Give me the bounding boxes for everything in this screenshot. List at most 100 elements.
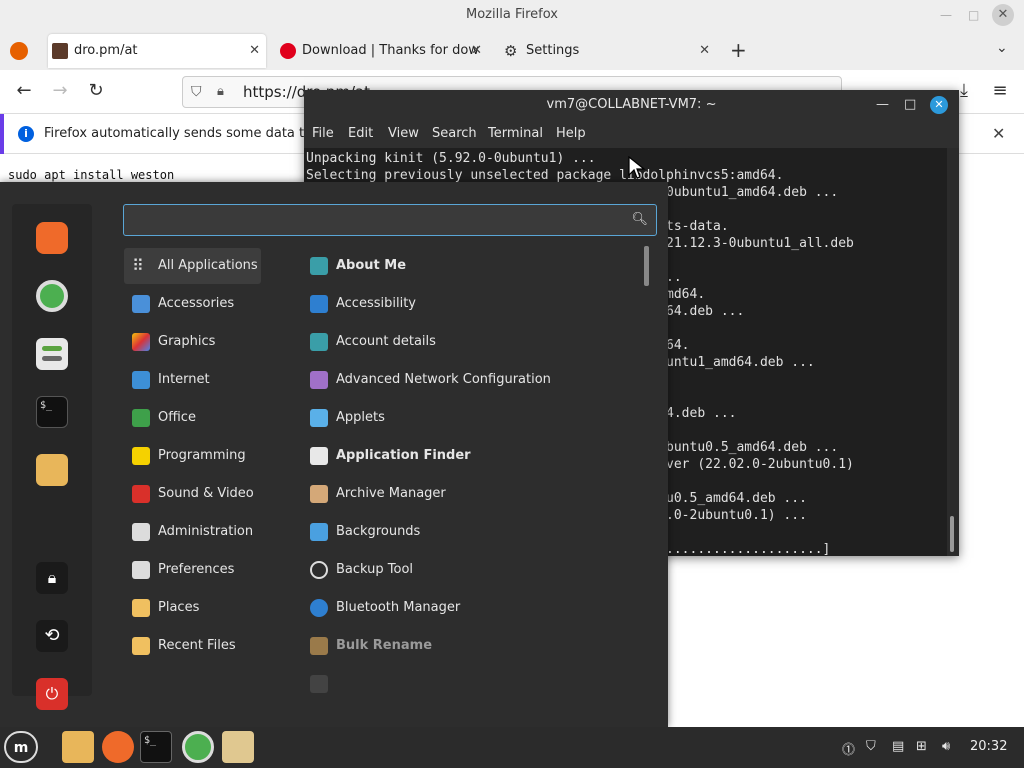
logout-icon[interactable]: ⟲ — [36, 620, 68, 652]
app-about-me[interactable]: About Me — [302, 248, 642, 284]
firefox-close-button[interactable]: ✕ — [992, 4, 1014, 26]
mint-menu-icon[interactable]: m — [4, 731, 38, 763]
app-backup-tool[interactable]: Backup Tool — [302, 552, 642, 588]
info-icon: i — [18, 126, 34, 142]
category-places[interactable]: Places — [124, 590, 261, 626]
software-manager-favorite-icon[interactable] — [36, 280, 68, 312]
preferences-icon — [132, 561, 150, 579]
category-graphics[interactable]: Graphics — [124, 324, 261, 360]
forward-icon[interactable]: → — [48, 80, 72, 101]
tab-strip: dro.pm/at ✕ Download | Thanks for dow ✕ … — [0, 30, 1024, 70]
app-backgrounds[interactable]: Backgrounds — [302, 514, 642, 550]
terminal-menu-view[interactable]: View — [388, 120, 419, 148]
maximize-button[interactable]: □ — [968, 0, 979, 30]
hamburger-menu-icon[interactable]: ≡ — [988, 80, 1012, 101]
shield-icon[interactable]: ⛉ — [866, 739, 876, 754]
back-icon[interactable]: ← — [12, 80, 36, 101]
category-label: Administration — [158, 524, 254, 539]
terminal-maximize-button[interactable]: □ — [904, 90, 916, 120]
list-tabs-icon[interactable]: ⌄ — [996, 40, 1008, 56]
app-applets[interactable]: Applets — [302, 400, 642, 436]
firefox-view-icon[interactable] — [10, 42, 28, 60]
firefox-launcher-icon[interactable] — [102, 731, 134, 763]
menu-search-input[interactable]: 🔍︎ — [123, 204, 657, 236]
graphics-icon — [132, 333, 150, 351]
terminal-line: Unpacking kinit (5.92.0-0ubuntu1) ... — [306, 151, 596, 166]
software-manager-launcher-icon[interactable] — [182, 731, 214, 763]
favorites-sidebar: $_ 🔒︎ ⟲ ⏻ — [12, 204, 92, 710]
app-label: Bluetooth Manager — [336, 600, 461, 615]
close-tab-icon[interactable]: ✕ — [249, 34, 260, 68]
notes-icon[interactable]: ▤ — [892, 739, 904, 754]
category-preferences[interactable]: Preferences — [124, 552, 261, 588]
magnifier-icon — [310, 447, 328, 465]
category-recent-files[interactable]: Recent Files — [124, 628, 261, 664]
app-label: Advanced Network Configuration — [336, 372, 551, 387]
tab-label: Download | Thanks for dow — [302, 43, 479, 58]
app-advanced-network-configuration[interactable]: Advanced Network Configuration — [302, 362, 642, 398]
category-accessories[interactable]: Accessories — [124, 286, 261, 322]
menu-scrollbar[interactable] — [644, 246, 649, 286]
folder-launcher-icon[interactable] — [222, 731, 254, 763]
shield-icon: ⛉ — [191, 84, 202, 100]
terminal-menu-file[interactable]: File — [312, 120, 334, 148]
close-tab-icon[interactable]: ✕ — [699, 34, 710, 68]
terminal-minimize-button[interactable]: — — [876, 90, 889, 120]
app-partial-next — [302, 666, 642, 702]
app-archive-manager[interactable]: Archive Manager — [302, 476, 642, 512]
category-all-applications[interactable]: ⠿ All Applications — [124, 248, 261, 284]
terminal-menu-help[interactable]: Help — [556, 120, 586, 148]
app-label: Bulk Rename — [336, 638, 433, 653]
update-manager-icon[interactable]: ⓵ — [842, 739, 855, 758]
files-favorite-icon[interactable] — [36, 454, 68, 486]
volume-icon[interactable]: 🔊︎ — [942, 739, 950, 754]
terminal-scrollbar[interactable] — [950, 516, 954, 552]
category-office[interactable]: Office — [124, 400, 261, 436]
category-internet[interactable]: Internet — [124, 362, 261, 398]
app-label: Account details — [336, 334, 436, 349]
terminal-menu-search[interactable]: Search — [432, 120, 477, 148]
category-label: Sound & Video — [158, 486, 254, 501]
grid-icon: ⠿ — [132, 256, 144, 275]
category-programming[interactable]: Programming — [124, 438, 261, 474]
app-icon — [310, 675, 328, 693]
folder-icon — [310, 637, 328, 655]
app-application-finder[interactable]: Application Finder — [302, 438, 642, 474]
terminal-menu-terminal[interactable]: Terminal — [488, 120, 543, 148]
app-accessibility[interactable]: Accessibility — [302, 286, 642, 322]
terminal-launcher-icon[interactable]: $_ — [140, 731, 172, 763]
app-label: Backup Tool — [336, 562, 414, 577]
category-sound-video[interactable]: Sound & Video — [124, 476, 261, 512]
clock[interactable]: 20:32 — [970, 739, 1007, 754]
office-icon — [132, 409, 150, 427]
firefox-favorite-icon[interactable] — [36, 222, 68, 254]
reload-icon[interactable]: ↻ — [84, 80, 108, 101]
minimize-button[interactable]: — — [940, 0, 952, 30]
network-icon[interactable]: ⊞ — [916, 739, 927, 754]
close-notification-icon[interactable]: ✕ — [992, 114, 1005, 154]
category-label: Office — [158, 410, 196, 425]
new-tab-button[interactable]: + — [730, 38, 747, 62]
category-label: Internet — [158, 372, 210, 387]
shutdown-icon[interactable]: ⏻ — [36, 678, 68, 710]
app-label: Application Finder — [336, 448, 471, 463]
settings-favorite-icon[interactable] — [36, 338, 68, 370]
tab-settings[interactable]: ⚙ Settings ✕ — [500, 34, 716, 68]
archive-icon — [310, 485, 328, 503]
app-bluetooth-manager[interactable]: Bluetooth Manager — [302, 590, 642, 626]
category-administration[interactable]: Administration — [124, 514, 261, 550]
terminal-menu-edit[interactable]: Edit — [348, 120, 373, 148]
terminal-favorite-icon[interactable]: $_ — [36, 396, 68, 428]
cloud-icon — [132, 371, 150, 389]
tab-dro-pm[interactable]: dro.pm/at ✕ — [48, 34, 266, 68]
terminal-close-button[interactable]: ✕ — [930, 96, 948, 114]
app-account-details[interactable]: Account details — [302, 324, 642, 360]
app-bulk-rename[interactable]: Bulk Rename — [302, 628, 642, 664]
close-tab-icon[interactable]: ✕ — [471, 34, 482, 68]
tab-download[interactable]: Download | Thanks for dow ✕ — [276, 34, 488, 68]
network-icon — [310, 371, 328, 389]
applets-icon — [310, 409, 328, 427]
programming-icon — [132, 447, 150, 465]
files-launcher-icon[interactable] — [62, 731, 94, 763]
lock-screen-icon[interactable]: 🔒︎ — [36, 562, 68, 594]
